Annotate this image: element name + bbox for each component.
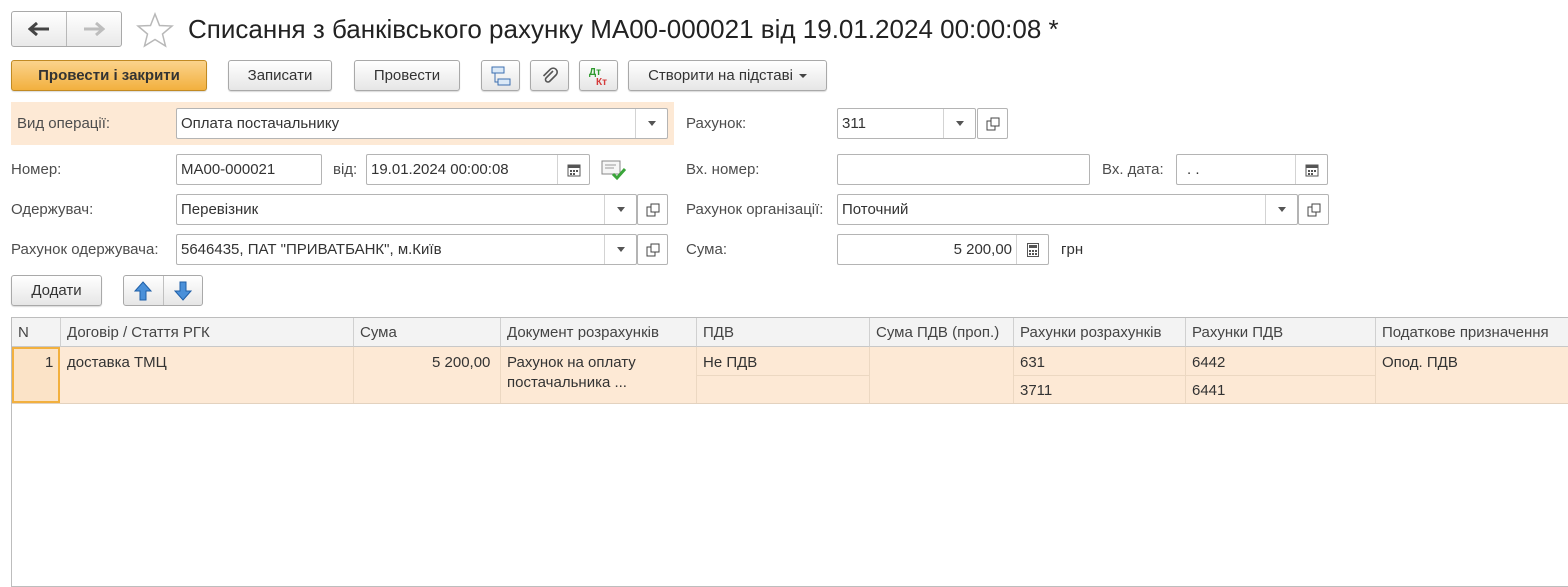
post-and-close-button[interactable]: Провести і закрити [11,60,207,91]
payment-lines-table: N Договір / Стаття РГК Сума Документ роз… [11,317,1568,587]
sum-value: 5 200,00 [953,241,1012,258]
column-header-vat-sum[interactable]: Сума ПДВ (проп.) [870,318,1014,347]
arrow-up-icon [134,280,153,300]
calendar-icon[interactable] [1295,155,1327,184]
recipient-account-label: Рахунок одержувача: [11,241,159,258]
recipient-account-value: 5646435, ПАТ "ПРИВАТБАНК", м.Київ [181,241,442,258]
open-recipient-account-button[interactable] [637,234,668,265]
save-button[interactable]: Записати [228,60,332,91]
calculator-icon[interactable] [1016,235,1048,264]
recipient-value: Перевізник [181,201,259,218]
org-account-label: Рахунок організації: [686,201,824,218]
row-settlement-account-2[interactable]: 3711 [1020,382,1052,399]
recipient-account-select[interactable]: 5646435, ПАТ "ПРИВАТБАНК", м.Київ [176,234,637,265]
date-input[interactable]: 19.01.2024 00:00:08 [366,154,590,185]
open-form-icon [646,203,659,216]
account-label: Рахунок: [686,115,747,132]
structure-button[interactable] [481,60,520,91]
arrow-right-icon [84,22,105,36]
row-document-line1[interactable]: Рахунок на оплату [507,354,636,371]
dropdown-arrow-icon[interactable] [943,109,975,138]
operation-value: Оплата постачальнику [181,115,340,132]
date-from-label: від: [333,161,358,178]
in-number-input[interactable] [837,154,1090,185]
favorite-star-icon[interactable] [136,11,174,48]
account-select[interactable]: 311 [837,108,976,139]
page-title: Списання з банківського рахунку МА00-000… [188,14,1059,44]
paperclip-icon [542,66,558,83]
create-based-on-label: Створити на підставі [648,67,793,84]
post-button[interactable]: Провести [354,60,460,91]
sum-label: Сума: [686,241,727,258]
in-date-label: Вх. дата: [1102,161,1164,178]
date-value: 19.01.2024 00:00:08 [371,161,509,178]
dropdown-arrow-icon[interactable] [604,235,636,264]
row-number: 1 [45,354,54,371]
in-date-value: . . [1187,161,1200,178]
open-form-icon [986,117,999,130]
hierarchy-icon [491,66,510,85]
row-settlement-account-1[interactable]: 631 [1020,354,1045,371]
row-sum[interactable]: 5 200,00 [432,354,490,371]
open-account-button[interactable] [977,108,1008,139]
in-number-label: Вх. номер: [686,161,760,178]
column-header-vat[interactable]: ПДВ [697,318,870,347]
sum-input[interactable]: 5 200,00 [837,234,1049,265]
arrow-left-icon [28,22,49,36]
dropdown-arrow-icon[interactable] [635,109,667,138]
calendar-icon[interactable] [557,155,589,184]
dt-kt-button[interactable]: Дт Кт [579,60,618,91]
open-org-account-button[interactable] [1298,194,1329,225]
dropdown-arrow-icon[interactable] [604,195,636,224]
in-date-input[interactable]: . . [1176,154,1328,185]
open-form-icon [1307,203,1320,216]
number-label: Номер: [11,161,62,178]
back-button[interactable] [12,12,66,46]
row-vat[interactable]: Не ПДВ [703,354,757,371]
currency-label: грн [1061,241,1084,258]
column-header-sum[interactable]: Сума [354,318,501,347]
move-down-button[interactable] [164,276,203,305]
column-header-vat-accounts[interactable]: Рахунки ПДВ [1186,318,1376,347]
row-contract[interactable]: доставка ТМЦ [67,354,167,371]
row-tax-purpose[interactable]: Опод. ПДВ [1382,354,1458,371]
row-document-line2[interactable]: постачальника ... [507,374,627,391]
row-vat-account-2[interactable]: 6441 [1192,382,1225,399]
column-header-contract[interactable]: Договір / Стаття РГК [61,318,354,347]
org-account-select[interactable]: Поточний [837,194,1298,225]
chevron-down-icon [798,73,807,78]
column-header-settlement-accounts[interactable]: Рахунки розрахунків [1014,318,1186,347]
move-up-button[interactable] [124,276,164,305]
attach-file-button[interactable] [530,60,569,91]
arrow-down-icon [173,281,192,301]
add-row-button[interactable]: Додати [11,275,102,306]
dropdown-arrow-icon[interactable] [1265,195,1297,224]
org-account-value: Поточний [842,201,909,218]
operation-select[interactable]: Оплата постачальнику [176,108,668,139]
forward-button[interactable] [66,12,121,46]
column-header-tax-purpose[interactable]: Податкове призначення [1376,318,1568,347]
row-vat-account-1[interactable]: 6442 [1192,354,1225,371]
column-header-document[interactable]: Документ розрахунків [501,318,697,347]
column-header-n[interactable]: N [12,318,61,347]
create-based-on-button[interactable]: Створити на підставі [628,60,827,91]
open-form-icon [646,243,659,256]
number-value: МА00-000021 [181,161,276,178]
recipient-label: Одержувач: [11,201,94,218]
operation-label: Вид операції: [17,115,111,132]
number-input[interactable]: МА00-000021 [176,154,322,185]
navigation-buttons [11,11,122,47]
move-buttons [123,275,203,306]
svg-text:Кт: Кт [596,77,607,87]
open-recipient-button[interactable] [637,194,668,225]
numbering-check-icon[interactable] [601,159,627,181]
recipient-select[interactable]: Перевізник [176,194,637,225]
debit-credit-icon: Дт Кт [589,67,607,87]
account-value: 311 [842,115,866,132]
